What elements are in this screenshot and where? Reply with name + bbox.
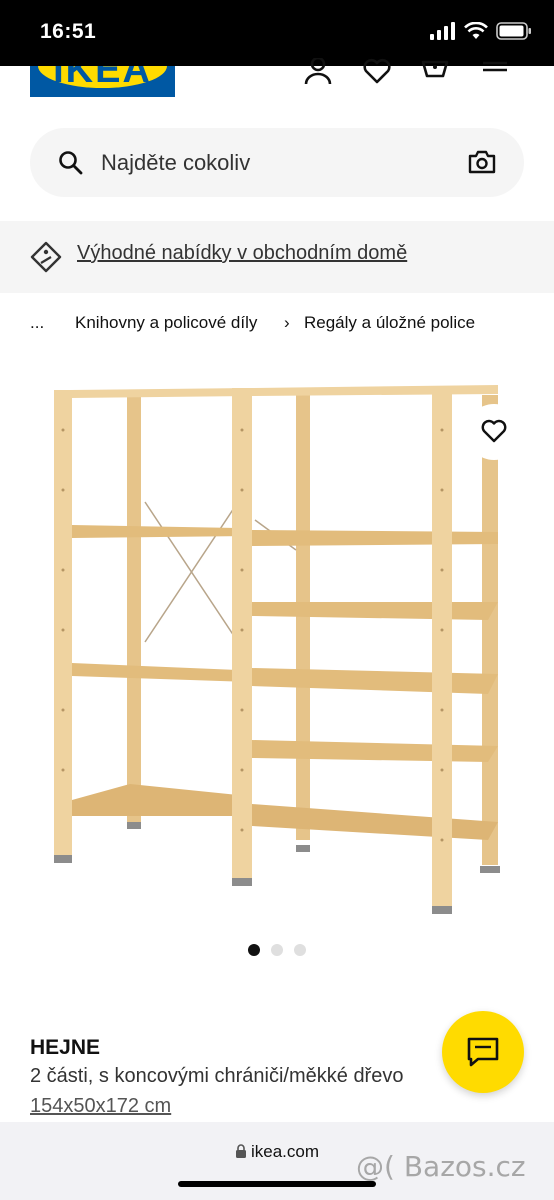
breadcrumb: ... Knihovny a policové díly › Regály a …: [0, 313, 554, 337]
shelving-unit-illustration: [54, 385, 500, 914]
gallery-dot[interactable]: [294, 944, 306, 956]
promo-link[interactable]: Výhodné nabídky v obchodním domě: [77, 242, 407, 265]
cart-icon[interactable]: [420, 58, 450, 88]
url-text: ikea.com: [250, 1142, 320, 1161]
account-icon[interactable]: [303, 58, 333, 88]
heart-icon: [481, 419, 507, 443]
gallery-pagination: [0, 944, 554, 958]
home-indicator[interactable]: [178, 1181, 376, 1187]
product-name: HEJNE: [30, 1036, 101, 1059]
search-icon: [59, 151, 83, 175]
product-image[interactable]: [0, 370, 554, 930]
tag-icon: [30, 241, 62, 273]
signal-icon: [430, 22, 455, 40]
search-input[interactable]: Najděte cokoliv: [101, 150, 250, 176]
breadcrumb-ellipsis[interactable]: ...: [30, 313, 44, 333]
site-header: IKEA: [0, 58, 554, 112]
product-dimensions[interactable]: 154x50x172 cm: [30, 1095, 171, 1118]
breadcrumb-separator: ›: [284, 313, 290, 332]
camera-search-icon[interactable]: [468, 149, 496, 175]
watermark: @( Bazos.cz: [356, 1150, 526, 1183]
status-icons: [430, 22, 532, 40]
status-bar: 16:51: [0, 0, 554, 66]
lock-icon: [235, 1144, 246, 1158]
battery-icon: [496, 22, 531, 40]
clock: 16:51: [40, 20, 97, 43]
gallery-dot[interactable]: [271, 944, 283, 956]
wifi-icon: [464, 22, 488, 39]
promo-banner[interactable]: Výhodné nabídky v obchodním domě: [0, 221, 554, 293]
add-to-wishlist-button[interactable]: [466, 404, 522, 460]
breadcrumb-item[interactable]: Regály a úložné police: [304, 313, 475, 333]
product-description: 2 části, s koncovými chrániči/měkké dřev…: [30, 1065, 404, 1087]
logo-text: IKEA: [53, 66, 152, 91]
chat-button[interactable]: [442, 1011, 524, 1093]
menu-icon[interactable]: [480, 58, 510, 88]
breadcrumb-item[interactable]: Knihovny a policové díly: [75, 313, 257, 333]
gallery-dot[interactable]: [248, 944, 260, 956]
search-bar[interactable]: Najděte cokoliv: [30, 128, 524, 197]
chat-icon: [467, 1037, 499, 1067]
wishlist-icon[interactable]: [362, 58, 392, 88]
ikea-logo[interactable]: IKEA: [30, 66, 175, 97]
